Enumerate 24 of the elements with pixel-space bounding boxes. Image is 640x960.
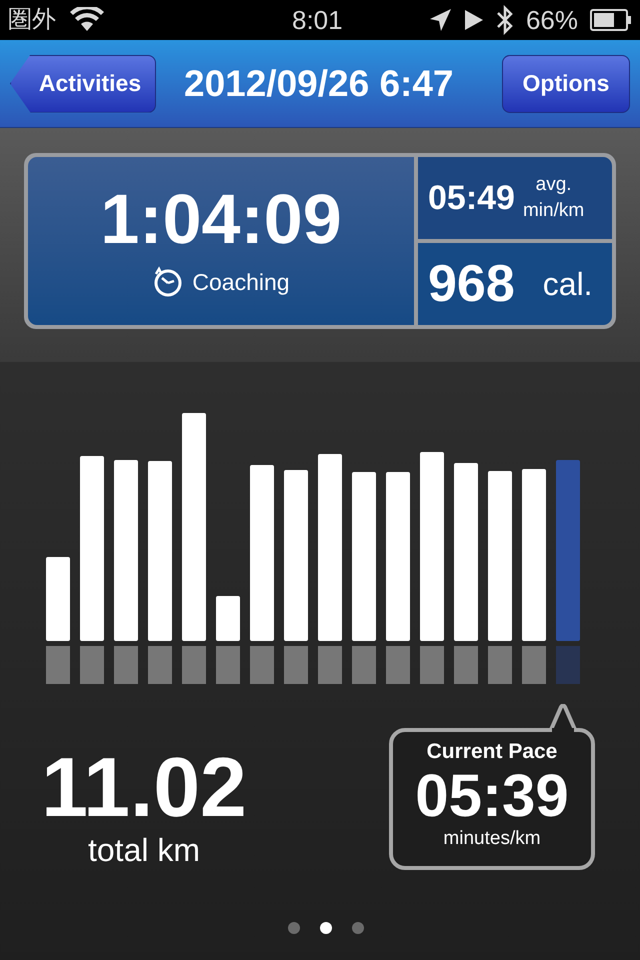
back-button[interactable]: Activities <box>10 54 156 112</box>
battery-icon <box>590 9 632 31</box>
carrier-text: 圏外 <box>8 5 56 35</box>
distance-value: 11.02 <box>41 742 247 832</box>
activity-datetime-title: 2012/09/26 6:47 <box>184 62 454 106</box>
options-button[interactable]: Options <box>502 54 630 112</box>
callout-title: Current Pace <box>426 740 558 764</box>
play-icon <box>464 9 484 31</box>
current-pace-value: 05:39 <box>415 764 569 828</box>
calories-unit: cal. <box>542 265 593 304</box>
wifi-icon <box>70 7 104 33</box>
avg-pace-text: 05:49 <box>428 178 515 218</box>
unit-label: min/km <box>522 199 584 223</box>
coaching-label: Coaching <box>192 268 290 297</box>
duration-text: 1:04:09 <box>100 179 342 259</box>
location-arrow-icon <box>428 7 452 33</box>
clock-text: 8:01 <box>292 4 343 36</box>
bluetooth-icon <box>496 5 514 35</box>
calories-text: 968 <box>428 254 515 315</box>
stopwatch-icon <box>152 266 184 298</box>
callout-unit: minutes/km <box>443 828 541 850</box>
distance-unit: total km <box>88 832 200 868</box>
avg-label: avg. <box>536 173 572 197</box>
battery-percent-text: 66% <box>526 4 578 36</box>
